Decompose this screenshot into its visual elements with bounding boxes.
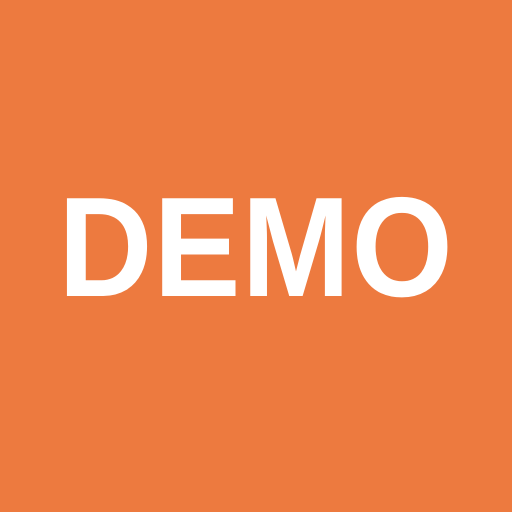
demo-label: DEMO <box>58 168 454 327</box>
demo-tile: DEMO <box>0 0 512 512</box>
